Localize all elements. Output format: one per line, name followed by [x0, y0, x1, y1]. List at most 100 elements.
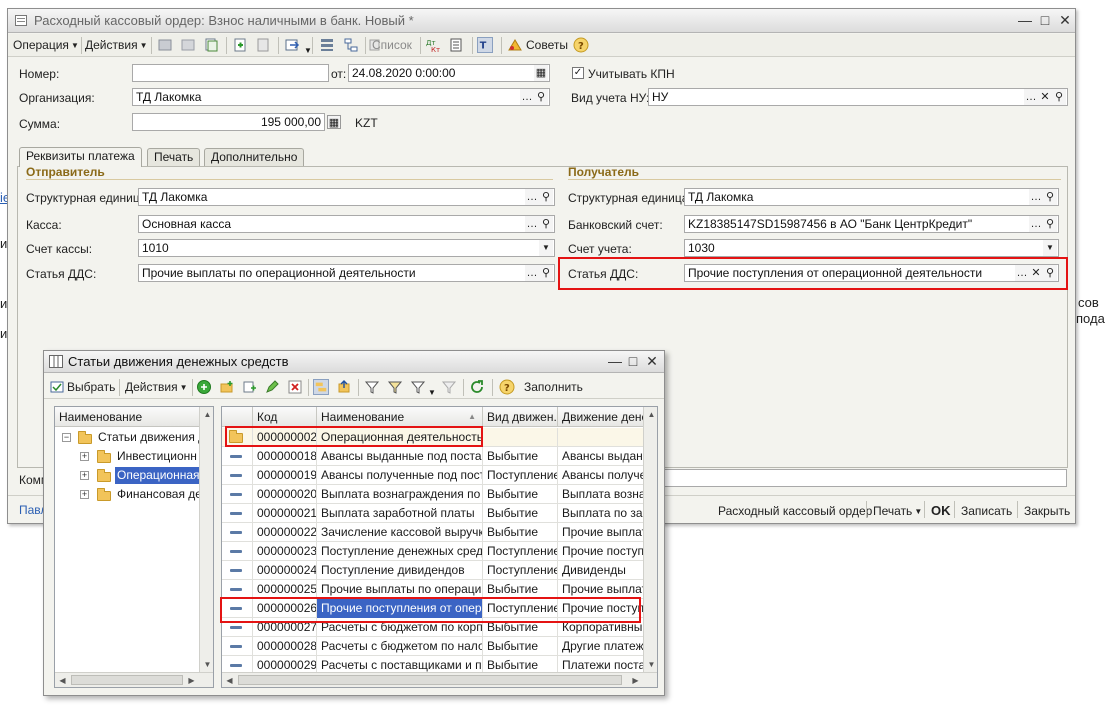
add-group-icon[interactable] [219, 379, 235, 395]
magnifier-icon[interactable]: ⚲ [1052, 89, 1066, 105]
hierarchy-view-icon[interactable] [313, 379, 329, 395]
clear-filter-icon[interactable] [441, 379, 457, 395]
table-row[interactable]: 000000019 Авансы полученные под пост... По… [222, 466, 643, 485]
expand-icon[interactable]: + [80, 452, 89, 461]
table-row[interactable]: 000000029 Расчеты с поставщиками и п... Вы… [222, 656, 643, 672]
tab-payment-details[interactable]: Реквизиты платежа [19, 147, 142, 167]
refresh-icon[interactable] [469, 379, 485, 395]
comment-field[interactable] [663, 469, 1067, 487]
window-titlebar[interactable]: Расходный кассовый ордер: Взнос наличным… [8, 9, 1075, 33]
receiver-account-field[interactable]: 1030 ▼ [684, 239, 1059, 257]
ok-button[interactable]: OK [931, 503, 951, 518]
subordination-icon[interactable] [343, 37, 359, 53]
tree-item[interactable]: + Инвестиционн [55, 447, 199, 466]
tree-header-name[interactable]: Наименование [55, 407, 199, 427]
maximize-icon[interactable]: □ [1036, 11, 1054, 29]
select-dots-icon[interactable]: … [525, 265, 539, 281]
table-row[interactable]: 000000020 Выплата вознаграждения по ... Вы… [222, 485, 643, 504]
tree-vscroll[interactable]: ▲ ▼ [199, 407, 213, 672]
select-button[interactable]: Выбрать [67, 380, 115, 394]
structure-icon[interactable] [319, 37, 335, 53]
up-level-icon[interactable] [336, 379, 352, 395]
magnifier-icon[interactable]: ⚲ [539, 189, 553, 205]
clear-icon[interactable]: ✕ [1038, 89, 1052, 105]
organization-field[interactable]: ТД Лакомка … ⚲ [132, 88, 550, 106]
table-row[interactable]: 000000022 Зачисление кассовой выручк... Вы… [222, 523, 643, 542]
tab-print[interactable]: Печать [147, 148, 201, 166]
tree-item[interactable]: − Статьи движения д [55, 428, 205, 447]
cash-account-field[interactable]: 1010 ▼ [138, 239, 555, 257]
advice-button[interactable]: Советы [526, 38, 568, 52]
minimize-icon[interactable]: — [606, 352, 624, 370]
dropdown-icon[interactable]: ▼ [1043, 240, 1057, 256]
tree-hscroll[interactable]: ◀ ▶ [55, 672, 213, 687]
kpn-checkbox[interactable]: ✓ [572, 67, 584, 79]
select-dots-icon[interactable]: … [525, 216, 539, 232]
table-vscroll[interactable]: ▲ ▼ [643, 407, 657, 672]
help-icon[interactable]: ? [573, 37, 589, 53]
copy-item-icon[interactable] [242, 379, 258, 395]
select-icon[interactable] [49, 379, 65, 395]
dialog-titlebar[interactable]: Статьи движения денежных средств — □ ✕ [44, 351, 664, 373]
maximize-icon[interactable]: □ [624, 352, 642, 370]
table-row[interactable]: 000000021 Выплата заработной платы Выбытие… [222, 504, 643, 523]
goto-icon[interactable] [284, 37, 300, 53]
tree-item[interactable]: + Операционная д [55, 466, 212, 485]
text-edit-icon[interactable]: T [477, 37, 493, 53]
cash-field[interactable]: Основная касса … ⚲ [138, 215, 555, 233]
calendar-icon[interactable]: ▦ [534, 65, 548, 81]
table-hscroll[interactable]: ◀ ▶ [222, 672, 657, 687]
document-plus-icon[interactable] [232, 37, 248, 53]
minimize-icon[interactable]: — [1016, 11, 1034, 29]
select-dots-icon[interactable]: … [1024, 89, 1038, 105]
select-dots-icon[interactable]: … [1029, 189, 1043, 205]
column-header-name[interactable]: Наименование ▲ [317, 407, 483, 427]
magnifier-icon[interactable]: ⚲ [1043, 216, 1057, 232]
delete-mark-icon[interactable] [255, 37, 271, 53]
table-row[interactable]: 000000028 Расчеты с бюджетом по нало... Вы… [222, 637, 643, 656]
table-row[interactable]: 000000018 Авансы выданные под поста... Выб… [222, 447, 643, 466]
magnifier-icon[interactable]: ⚲ [539, 216, 553, 232]
list-button[interactable]: Список [372, 38, 412, 52]
table-row[interactable]: 000000023 Поступление денежных сред... Пос… [222, 542, 643, 561]
filter-icon[interactable] [364, 379, 380, 395]
report-icon[interactable] [448, 37, 464, 53]
receiver-unit-field[interactable]: ТД Лакомка … ⚲ [684, 188, 1059, 206]
column-header-code[interactable]: Код [253, 407, 317, 427]
operation-menu[interactable]: Операция ▼ [13, 38, 79, 52]
close-icon[interactable]: ✕ [1056, 11, 1074, 29]
collapse-icon[interactable]: − [62, 433, 71, 442]
sender-dds-field[interactable]: Прочие выплаты по операционной деятельно… [138, 264, 555, 282]
fill-button[interactable]: Заполнить [524, 380, 583, 394]
dialog-actions-menu[interactable]: Действия ▼ [125, 380, 188, 394]
magnifier-icon[interactable]: ⚲ [1043, 189, 1057, 205]
close-button[interactable]: Закрыть [1024, 504, 1070, 518]
bank-account-field[interactable]: KZ18385147SD15987456 в АО "Банк ЦентрКре… [684, 215, 1059, 233]
select-dots-icon[interactable]: … [1029, 216, 1043, 232]
magnifier-icon[interactable]: ⚲ [539, 265, 553, 281]
close-icon[interactable]: ✕ [643, 352, 661, 370]
delete-icon[interactable] [287, 379, 303, 395]
save-button[interactable]: Записать [961, 504, 1012, 518]
nu-field[interactable]: НУ … ✕ ⚲ [648, 88, 1068, 106]
calculator-icon[interactable]: ▦ [327, 115, 341, 129]
actions-menu[interactable]: Действия ▼ [85, 38, 148, 52]
edit-icon[interactable] [264, 379, 280, 395]
column-header-kind[interactable]: Вид движен... [483, 407, 558, 427]
filter-history-icon[interactable] [410, 379, 426, 395]
table-row[interactable]: 000000024 Поступление дивидендов Поступлен… [222, 561, 643, 580]
print-menu[interactable]: Печать ▼ [873, 504, 922, 518]
sender-unit-field[interactable]: ТД Лакомка … ⚲ [138, 188, 555, 206]
unpost-icon[interactable] [180, 37, 196, 53]
dt-kt-icon[interactable]: ДтКт [425, 37, 441, 53]
magnifier-icon[interactable]: ⚲ [534, 89, 548, 105]
date-field[interactable]: 24.08.2020 0:00:00 ▦ [348, 64, 550, 82]
select-dots-icon[interactable]: … [525, 189, 539, 205]
tab-additional[interactable]: Дополнительно [204, 148, 305, 166]
column-header-movement[interactable]: Движение дене [558, 407, 643, 427]
filter-value-icon[interactable] [387, 379, 403, 395]
sum-field[interactable]: 195 000,00 [132, 113, 325, 131]
number-field[interactable] [132, 64, 329, 82]
add-icon[interactable] [196, 379, 212, 395]
tree-item[interactable]: + Финансовая де [55, 485, 202, 504]
